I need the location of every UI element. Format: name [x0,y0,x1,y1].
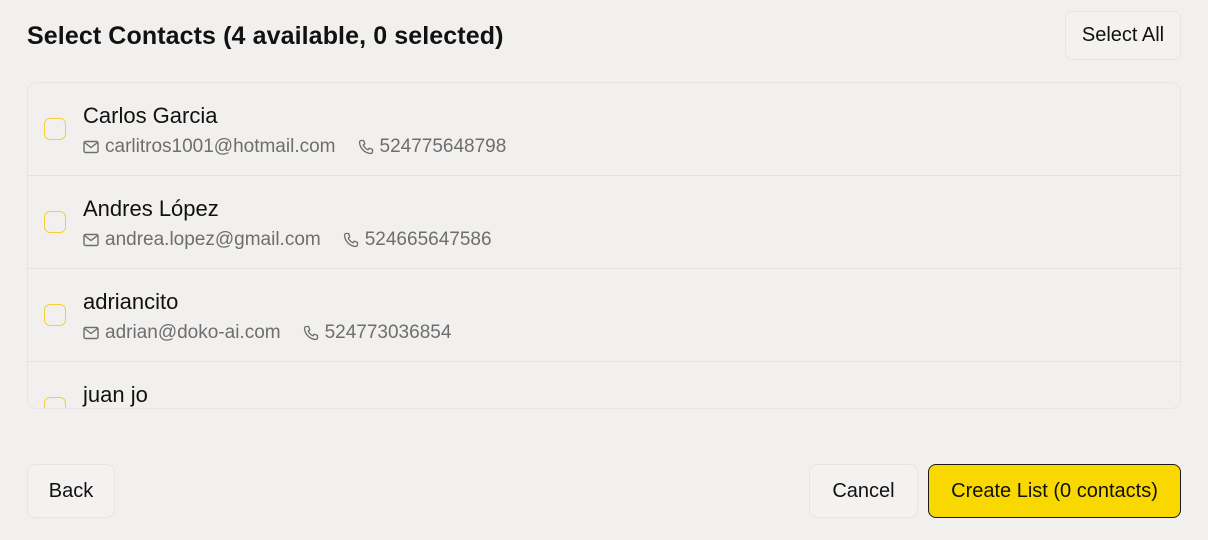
contact-meta: andrea.lopez@gmail.com 524665647586 [83,228,492,252]
contact-phone: 524773036854 [303,321,452,345]
select-all-button[interactable]: Select All [1065,11,1181,60]
contact-name: adriancito [83,289,179,314]
cancel-button[interactable]: Cancel [809,464,918,518]
contact-name: Carlos Garcia [83,103,218,128]
contact-email: adrian@doko-ai.com [83,321,281,345]
page-title: Select Contacts (4 available, 0 selected… [27,22,504,50]
mail-icon [83,140,99,154]
phone-icon [343,232,358,248]
contact-checkbox[interactable] [44,304,66,326]
contact-meta: adrian@doko-ai.com 524773036854 [83,321,451,345]
contact-email-text: andrea.lopez@gmail.com [105,229,321,250]
contact-meta: carlitros1001@hotmail.com 524775648798 [83,135,506,159]
back-button[interactable]: Back [27,464,115,518]
contact-list[interactable]: Carlos Garcia carlitros1001@hotmail.com … [27,82,1181,409]
contact-email: andrea.lopez@gmail.com [83,228,321,252]
mail-icon [83,326,99,340]
contact-checkbox[interactable] [44,211,66,233]
create-list-button[interactable]: Create List (0 contacts) [928,464,1181,518]
contact-checkbox[interactable] [44,397,66,408]
contact-row[interactable]: Carlos Garcia carlitros1001@hotmail.com … [28,83,1180,176]
contact-phone: 524775648798 [358,135,507,159]
contact-email-text: carlitros1001@hotmail.com [105,136,336,157]
contact-email: carlitros1001@hotmail.com [83,135,336,159]
contact-email-text: adrian@doko-ai.com [105,322,281,343]
phone-icon [303,325,318,341]
contact-name: juan jo [83,382,148,407]
contact-phone-text: 524773036854 [324,322,452,343]
contact-row[interactable]: juan jo [28,362,1180,408]
contact-name: Andres López [83,196,219,221]
contact-phone-text: 524665647586 [364,229,492,250]
phone-icon [358,139,373,155]
contact-row[interactable]: Andres López andrea.lopez@gmail.com 5246… [28,176,1180,269]
contact-checkbox[interactable] [44,118,66,140]
contact-phone-text: 524775648798 [379,136,507,157]
contact-row[interactable]: adriancito adrian@doko-ai.com 5247730368… [28,269,1180,362]
mail-icon [83,233,99,247]
contact-phone: 524665647586 [343,228,492,252]
